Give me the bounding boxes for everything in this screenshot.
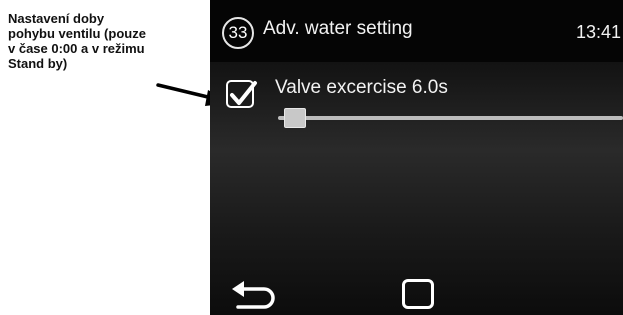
back-arrow-icon[interactable]: [230, 279, 278, 309]
device-screen: 33 Adv. water setting 13:41 Valve excerc…: [210, 0, 623, 315]
page-number-badge: 33: [222, 17, 254, 49]
valve-exercise-checkbox[interactable]: [226, 80, 257, 108]
valve-exercise-slider-track[interactable]: [278, 116, 623, 120]
page-title: Adv. water setting: [263, 18, 413, 39]
clock: 13:41: [575, 22, 621, 42]
annotation-text: Nastavení doby pohybu ventilu (pouze v č…: [8, 11, 146, 71]
valve-exercise-slider-thumb[interactable]: [284, 108, 307, 128]
valve-exercise-label: Valve excercise 6.0s: [275, 77, 448, 98]
checkmark-icon: [230, 81, 257, 105]
page: Nastavení doby pohybu ventilu (pouze v č…: [0, 0, 623, 315]
square-home-icon[interactable]: [402, 279, 434, 309]
title-bar: 33 Adv. water setting 13:41: [210, 0, 623, 62]
